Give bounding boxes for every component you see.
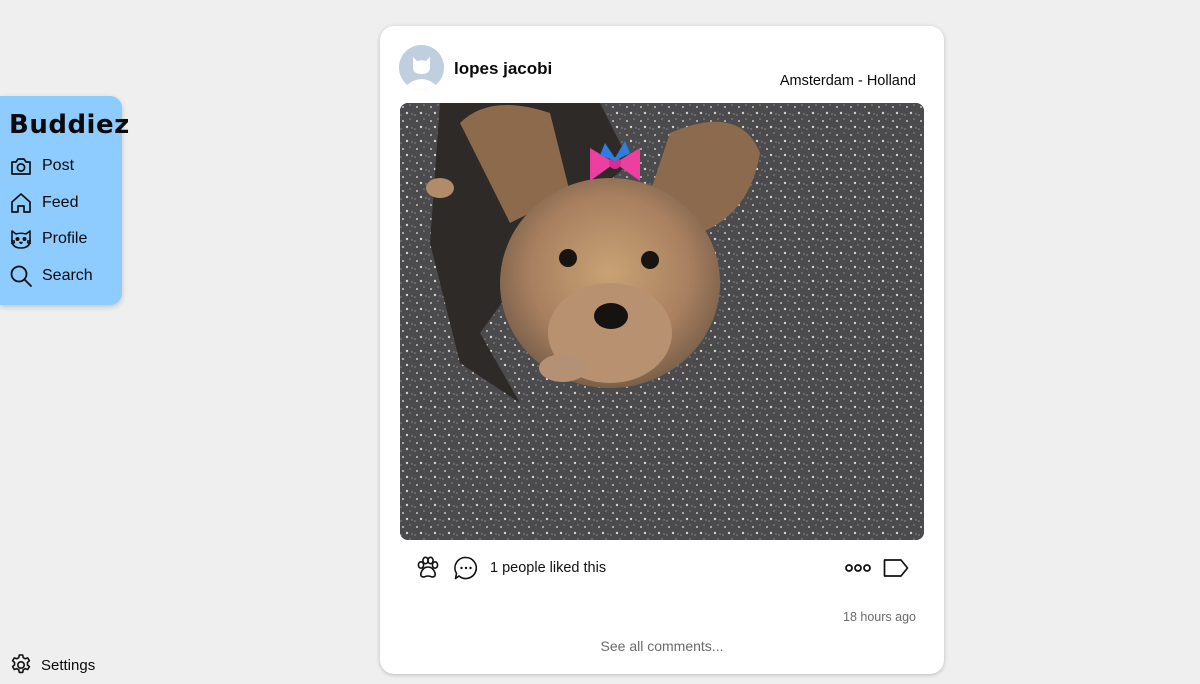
- dog-photo: [400, 103, 924, 540]
- camera-icon: [8, 153, 34, 179]
- sidebar-item-label: Post: [42, 157, 75, 175]
- settings-label: Settings: [41, 656, 96, 674]
- brand-logo[interactable]: Buddiez: [9, 110, 129, 140]
- post-card: lopes jacobi Amsterdam - Holland 1 peopl…: [380, 26, 944, 674]
- post-location: Amsterdam - Holland: [779, 73, 916, 89]
- search-icon: [8, 263, 34, 289]
- sidebar-item-search[interactable]: Search: [8, 258, 122, 295]
- likes-count[interactable]: 1 people liked this: [490, 560, 606, 576]
- sidebar-item-profile[interactable]: Profile: [8, 221, 122, 258]
- cat-face-icon: [8, 226, 34, 252]
- post-actions: 1 people liked this: [414, 554, 914, 584]
- comment-icon[interactable]: [452, 554, 480, 582]
- sidebar-item-label: Search: [42, 266, 93, 284]
- post-username[interactable]: lopes jacobi: [454, 59, 552, 79]
- sidebar-item-label: Feed: [42, 193, 79, 211]
- tag-icon[interactable]: [882, 554, 910, 582]
- see-all-comments-link[interactable]: See all comments...: [380, 638, 944, 654]
- paw-icon[interactable]: [414, 554, 442, 582]
- sidebar-item-post[interactable]: Post: [8, 148, 122, 185]
- avatar[interactable]: [399, 45, 444, 90]
- more-icon[interactable]: [844, 554, 872, 582]
- sidebar: Buddiez Post Feed Profile Search: [0, 96, 129, 305]
- default-avatar-icon: [399, 45, 444, 90]
- post-image[interactable]: [400, 103, 924, 540]
- settings-button[interactable]: Settings: [8, 652, 95, 678]
- sidebar-item-feed[interactable]: Feed: [8, 185, 122, 222]
- sidebar-item-label: Profile: [42, 230, 88, 248]
- post-timestamp: 18 hours ago: [843, 610, 916, 624]
- home-icon: [8, 190, 34, 216]
- gear-icon: [8, 652, 34, 678]
